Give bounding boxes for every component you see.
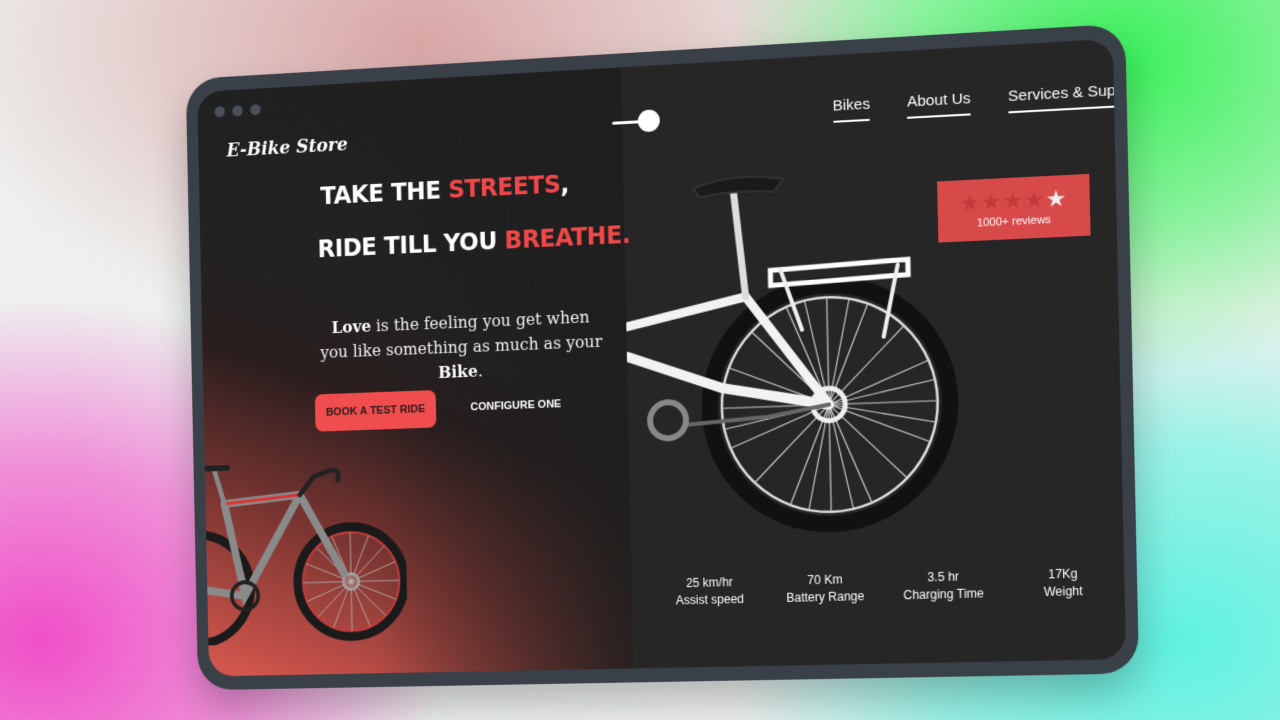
spec-label: Assist speed [675, 591, 745, 608]
road-bike-image [197, 454, 408, 646]
star-icon: ★ [1023, 186, 1047, 213]
tablet-frame: E-Bike Store Bikes About Us Services & S… [185, 23, 1140, 691]
window-dot-icon[interactable] [232, 105, 243, 117]
ebike-image [623, 160, 965, 557]
hero-tagline: Love is the feeling you get when you lik… [320, 307, 603, 382]
window-dot-icon[interactable] [214, 106, 225, 118]
rating-badge: ★★★★★ 1000+ reviews [937, 173, 1091, 243]
star-icon: ★ [959, 189, 982, 217]
configure-one-button[interactable]: CONFIGURE ONE [467, 385, 565, 426]
spec-label: Battery Range [786, 588, 865, 605]
app-screen: E-Bike Store Bikes About Us Services & S… [197, 38, 1127, 677]
spec-value: 25 km/hr [685, 575, 733, 591]
hero-headline: TAKE THE STREETS, RIDE TILL YOU BREATHE. [317, 167, 631, 289]
star-rating: ★★★★★ [959, 185, 1068, 217]
spec-item: 17Kg Weight [1023, 565, 1103, 602]
spec-item: 25 km/hr Assist speed [671, 574, 748, 610]
book-test-ride-button[interactable]: BOOK A TEST RIDE [314, 389, 437, 432]
star-icon: ★ [1002, 187, 1025, 215]
star-icon: ★ [980, 188, 1003, 216]
window-dot-icon[interactable] [250, 104, 261, 116]
spec-value: 70 Km [807, 572, 843, 588]
spec-item: 70 Km Battery Range [786, 571, 865, 607]
spec-value: 3.5 hr [927, 569, 960, 585]
spec-label: Charging Time [903, 586, 985, 603]
theme-toggle-icon[interactable] [612, 109, 661, 136]
reviews-count: 1000+ reviews [976, 213, 1052, 230]
spec-label: Weight [1043, 583, 1083, 600]
headline-line-2: RIDE TILL YOU BREATHE. [317, 220, 631, 264]
star-icon: ★ [1045, 185, 1068, 212]
spec-item: 3.5 hr Charging Time [903, 568, 984, 605]
nav-item-about-us[interactable]: About Us [907, 90, 972, 119]
spec-value: 17Kg [1048, 566, 1078, 582]
nav-item-bikes[interactable]: Bikes [832, 95, 871, 123]
